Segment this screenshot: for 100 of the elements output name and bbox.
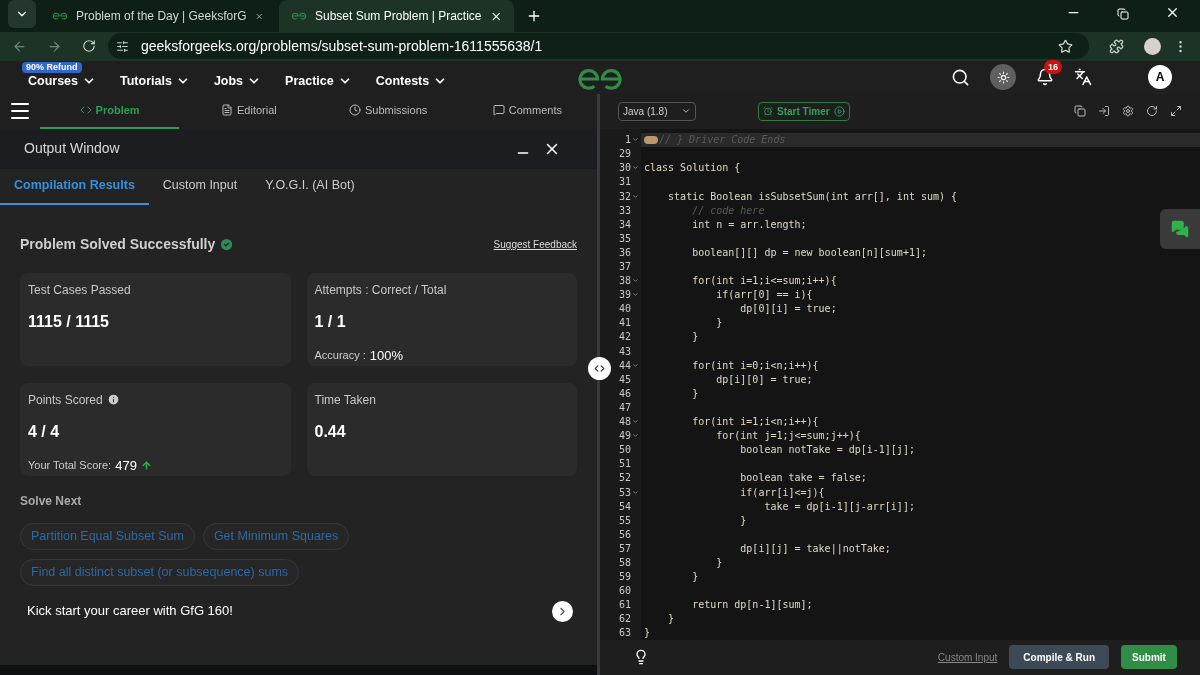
line-number: 61	[618, 598, 631, 613]
line-number: 30	[618, 161, 631, 176]
code-line: dp[i][j] = take||notTake;	[739, 541, 891, 556]
line-number: 44	[618, 358, 631, 373]
restore-icon[interactable]	[1117, 8, 1129, 21]
stat-value: 1115 / 1115	[28, 311, 110, 332]
notifications-icon[interactable]	[1036, 68, 1054, 87]
line-number: 54	[618, 499, 631, 514]
alarm-clock-icon	[763, 106, 773, 117]
nav-menu[interactable]: Courses	[28, 71, 97, 91]
chat-button[interactable]	[1160, 208, 1200, 249]
line-number: 40	[618, 302, 631, 317]
code-line: }	[667, 612, 675, 627]
site-logo-icon	[291, 10, 307, 23]
tab-title: Problem of the Day | GeeksforG	[76, 8, 247, 26]
next-button[interactable]	[552, 600, 573, 622]
custom-input-link[interactable]: Custom Input	[937, 650, 998, 665]
line-number: 53	[618, 485, 631, 500]
site-settings-icon[interactable]	[116, 39, 129, 53]
line-number: 52	[618, 471, 631, 486]
address-bar[interactable]: geeksforgeeks.org/problems/subset-sum-problem-1611555638/1	[108, 33, 1089, 60]
user-avatar[interactable]: A	[1148, 65, 1172, 90]
line-number: 59	[618, 570, 631, 585]
code-line: }	[691, 330, 699, 345]
fullscreen-icon[interactable]	[1170, 105, 1182, 118]
stat-value: 1 / 1	[314, 311, 347, 332]
compile-run-button[interactable]: Compile & Run	[1009, 645, 1109, 670]
code-line: for(int i=0;i<n;i++){	[691, 358, 819, 373]
code-line: for(int i=1;i<n;i++){	[691, 415, 819, 430]
line-number: 38	[618, 274, 631, 289]
line-number: 43	[618, 344, 631, 359]
line-number: 50	[618, 443, 631, 458]
bookmark-icon[interactable]	[1058, 38, 1073, 54]
browser-tab[interactable]: Problem of the Day | GeeksforG	[40, 0, 275, 33]
tab-icon	[221, 104, 233, 117]
line-number: 58	[618, 555, 631, 570]
problem-tab[interactable]: Editorial	[179, 93, 319, 129]
output-tab[interactable]: Compilation Results	[0, 168, 149, 205]
line-number: 46	[618, 386, 631, 401]
code-line: dp[0][i] = true;	[739, 302, 837, 317]
browser-tab[interactable]: Subset Sum Problem | Practice	[279, 0, 514, 33]
problem-tab[interactable]: Comments	[457, 93, 597, 129]
extensions-icon[interactable]	[1109, 38, 1124, 54]
settings-icon[interactable]	[1122, 105, 1134, 118]
tab-icon	[492, 104, 505, 117]
nav-menu[interactable]: Practice	[285, 71, 352, 91]
code-line: }	[691, 570, 699, 585]
nav-menu[interactable]: Tutorials	[120, 71, 190, 91]
problem-tab[interactable]: Submissions	[318, 93, 458, 129]
output-tab[interactable]: Y.O.G.I. (AI Bot)	[251, 168, 369, 205]
code-line: boolean take = false;	[739, 471, 867, 486]
stat-note-value: 100%	[369, 346, 404, 365]
line-number: 32	[618, 189, 631, 204]
reset-icon[interactable]	[1146, 105, 1158, 118]
code-line: boolean notTake = dp[i-1][j];	[739, 443, 915, 458]
folded-code-icon[interactable]	[644, 135, 658, 144]
code-line: }	[739, 513, 747, 528]
chat-icon	[1171, 219, 1189, 238]
line-number: 37	[618, 260, 631, 274]
code-line: for(int i=1;i<=sum;i++){	[691, 274, 837, 289]
profile-avatar[interactable]	[1144, 37, 1161, 55]
notification-count: 16	[1044, 60, 1062, 75]
stat-note-value: 479	[115, 456, 137, 475]
nav-menu[interactable]: Contests	[375, 71, 448, 91]
output-tab[interactable]: Custom Input	[148, 168, 252, 205]
line-number: 1	[624, 133, 631, 148]
promo-text: Kick start your career with GfG 160!	[27, 602, 233, 621]
feedback-link[interactable]: Suggest Feedback	[493, 237, 577, 253]
gfg-logo	[576, 66, 624, 91]
line-number: 36	[618, 245, 631, 260]
nav-menu[interactable]: Jobs	[213, 71, 262, 91]
import-icon[interactable]	[1098, 105, 1110, 118]
status-text: Problem Solved Successfully	[20, 235, 216, 255]
theme-toggle[interactable]	[990, 64, 1016, 91]
code-line: boolean[][] dp = new boolean[n][sum+1];	[691, 245, 927, 260]
submit-button[interactable]: Submit	[1121, 645, 1177, 670]
url-text: geeksforgeeks.org/problems/subset-sum-problem-1611555638/1	[141, 36, 544, 56]
stat-value: 4 / 4	[28, 421, 61, 442]
code-line: }	[715, 555, 723, 570]
line-number: 39	[618, 288, 631, 303]
stat-note-label: Your Total Score:	[28, 458, 112, 474]
translate-icon[interactable]	[1074, 68, 1092, 87]
tab-list-button[interactable]	[8, 0, 36, 29]
line-number: 62	[618, 612, 631, 627]
search-icon[interactable]	[951, 67, 970, 87]
language-select[interactable]: Java (1.8)	[618, 101, 696, 121]
sun-icon	[996, 70, 1010, 84]
copy-icon[interactable]	[1074, 105, 1086, 118]
code-line: static Boolean isSubsetSum(int arr[], int sum) {	[667, 189, 958, 204]
start-timer-button[interactable]: Start Timer	[758, 101, 850, 121]
line-number: 45	[618, 372, 631, 387]
stat-label: Points Scored	[28, 391, 103, 409]
code-line: int n = arr.length;	[691, 217, 807, 232]
hint-icon[interactable]	[633, 649, 649, 666]
info-icon[interactable]	[106, 393, 120, 407]
line-number: 49	[618, 429, 631, 444]
reload-icon[interactable]	[82, 39, 96, 54]
play-icon	[833, 105, 845, 117]
code-line: }	[715, 316, 723, 331]
code-line: class Solution {	[644, 161, 741, 176]
